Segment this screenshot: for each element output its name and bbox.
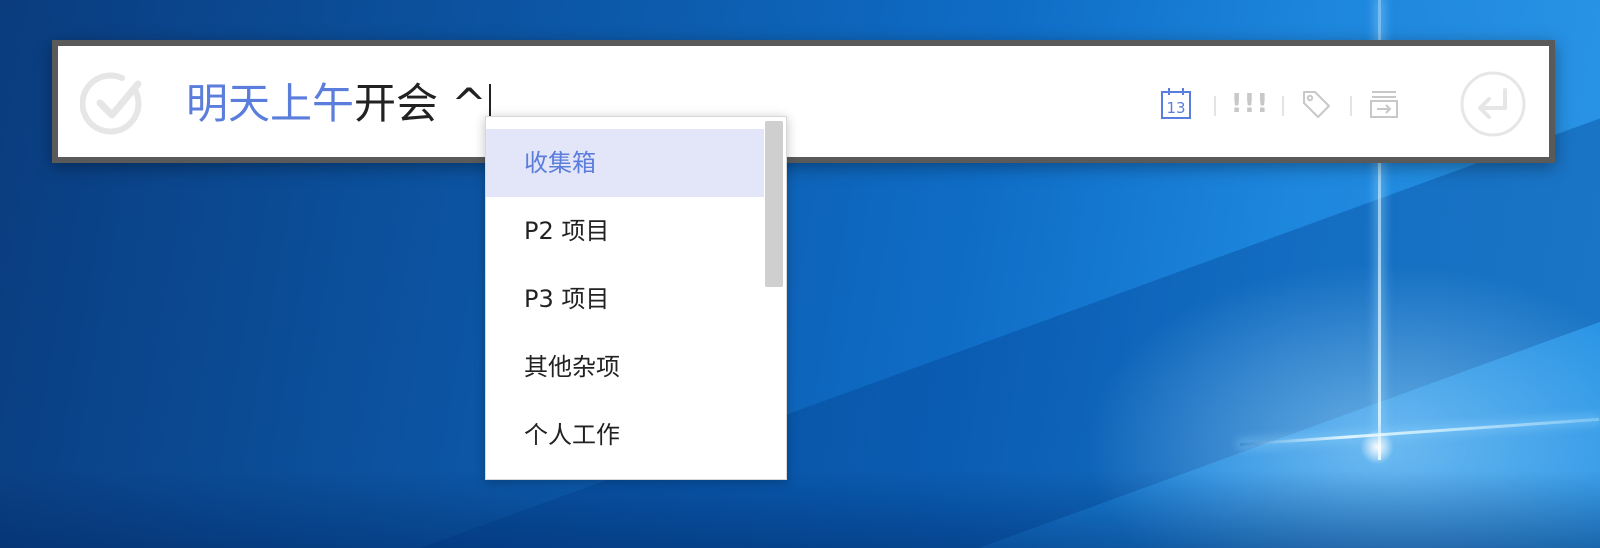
desktop-shade bbox=[0, 470, 1600, 548]
wallpaper-light-flare bbox=[1360, 430, 1394, 464]
check-circle-icon bbox=[79, 72, 142, 135]
dropdown-item-p3[interactable]: P3 项目 bbox=[486, 265, 764, 333]
task-text: 开会 ^ bbox=[354, 79, 487, 128]
dropdown-item-label: 收集箱 bbox=[524, 149, 596, 177]
wallpaper-light-beam-horizontal bbox=[1239, 417, 1600, 446]
dropdown-item-label: 其他杂项 bbox=[524, 353, 620, 381]
tag-button[interactable] bbox=[1298, 86, 1334, 122]
quick-add-window: 明天上午开会 ^ 13 !!! bbox=[52, 40, 1555, 163]
complete-checkbox[interactable] bbox=[79, 70, 148, 138]
toolbar-divider bbox=[1282, 96, 1284, 116]
toolbar-divider bbox=[1350, 96, 1352, 116]
enter-icon bbox=[1460, 71, 1526, 137]
dropdown-item-inbox[interactable]: 收集箱 bbox=[486, 129, 764, 197]
quick-add-panel: 明天上午开会 ^ 13 !!! bbox=[58, 46, 1549, 157]
dropdown-scrollbar-thumb[interactable] bbox=[765, 121, 783, 287]
priority-icon: !!! bbox=[1230, 89, 1270, 119]
tag-icon bbox=[1303, 91, 1330, 118]
dropdown-item-label: 个人工作 bbox=[524, 421, 620, 449]
parsed-date-text: 明天上午 bbox=[186, 79, 355, 128]
dropdown-item-p2[interactable]: P2 项目 bbox=[486, 197, 764, 265]
dropdown-item-label: P2 项目 bbox=[524, 217, 610, 245]
dropdown-item-misc[interactable]: 其他杂项 bbox=[486, 333, 764, 401]
move-to-list-button[interactable] bbox=[1366, 86, 1402, 122]
dropdown-item-label: P3 项目 bbox=[524, 285, 610, 313]
calendar-icon: 13 bbox=[1161, 88, 1191, 119]
task-title-input[interactable]: 明天上午开会 ^ bbox=[186, 76, 491, 132]
submit-task-button[interactable] bbox=[1459, 70, 1527, 138]
priority-button[interactable]: !!! bbox=[1230, 86, 1270, 122]
toolbar-divider bbox=[1214, 96, 1216, 116]
list-suggestion-dropdown: 收集箱 P2 项目 P3 项目 其他杂项 个人工作 bbox=[485, 116, 787, 480]
calendar-day-text: 13 bbox=[1166, 99, 1185, 117]
dropdown-item-personal-work[interactable]: 个人工作 bbox=[486, 401, 764, 469]
date-picker-button[interactable]: 13 bbox=[1158, 86, 1194, 122]
move-list-icon bbox=[1370, 91, 1398, 118]
